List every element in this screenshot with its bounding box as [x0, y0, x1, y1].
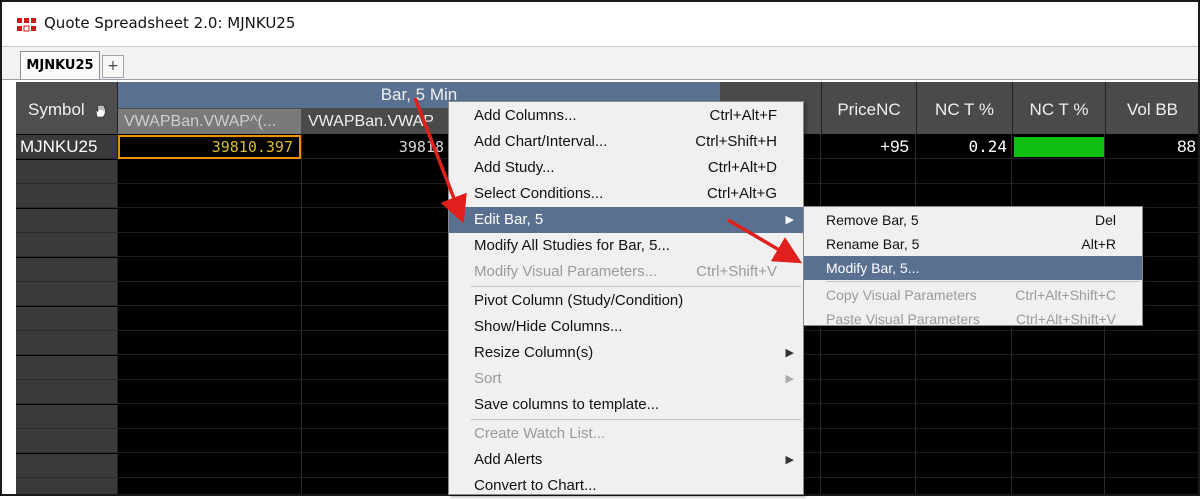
menu-item-sort: Sort ▶: [449, 366, 803, 392]
menu-item-label: Convert to Chart...: [474, 477, 597, 494]
menu-item-select-conditions[interactable]: Select Conditions... Ctrl+Alt+G: [449, 181, 803, 207]
menu-item-add-alerts[interactable]: Add Alerts ▶: [449, 447, 803, 473]
submenu-arrow-icon: ▶: [785, 347, 794, 359]
app-logo-icon: [17, 18, 36, 32]
submenu-item-modify-bar-5[interactable]: Modify Bar, 5...: [804, 256, 1142, 280]
symbol-column-header[interactable]: Symbol: [16, 82, 118, 134]
menu-item-show-hide-columns[interactable]: Show/Hide Columns...: [449, 314, 803, 340]
menu-item-label: Select Conditions...: [474, 185, 604, 202]
symbol-cell[interactable]: [16, 429, 118, 453]
menu-item-pivot-column-study-condition[interactable]: Pivot Column (Study/Condition): [449, 288, 803, 314]
menu-item-shortcut: Ctrl+Shift+H: [695, 133, 777, 150]
add-tab-button[interactable]: +: [102, 55, 124, 78]
menu-item-create-watch-list: Create Watch List...: [449, 421, 803, 447]
menu-item-label: Modify Visual Parameters...: [474, 263, 658, 280]
symbol-cell[interactable]: [16, 331, 118, 355]
title-bar: Quote Spreadsheet 2.0: MJNKU25: [2, 2, 1198, 47]
menu-item-add-study[interactable]: Add Study... Ctrl+Alt+D: [449, 155, 803, 181]
symbol-cell[interactable]: [16, 282, 118, 306]
nc-t-pct-value-cell[interactable]: 0.24: [916, 135, 1011, 159]
menu-separator: [471, 419, 801, 420]
vol-bb-value-cell[interactable]: 88: [1105, 135, 1198, 159]
submenu-item-label: Paste Visual Parameters: [826, 311, 980, 327]
nc-t-pct-column-header-2[interactable]: NC T %: [1012, 82, 1105, 134]
menu-item-shortcut: Ctrl+Alt+D: [707, 159, 777, 176]
submenu-item-rename-bar-5[interactable]: Rename Bar, 5 Alt+R: [804, 232, 1142, 256]
symbol-cell[interactable]: [16, 184, 118, 208]
symbol-cell[interactable]: [16, 306, 118, 331]
submenu-item-shortcut: Ctrl+Alt+Shift+C: [1015, 287, 1116, 303]
menu-item-shortcut: Ctrl+Alt+G: [706, 185, 777, 202]
menu-item-label: Save columns to template...: [474, 396, 660, 413]
menu-item-shortcut: Ctrl+Shift+V: [696, 263, 777, 280]
column-divider: [301, 134, 302, 494]
menu-item-add-columns[interactable]: Add Columns... Ctrl+Alt+F: [449, 103, 803, 129]
window-title: Quote Spreadsheet 2.0: MJNKU25: [44, 14, 296, 32]
submenu-item-label: Copy Visual Parameters: [826, 287, 977, 303]
submenu-item-remove-bar-5[interactable]: Remove Bar, 5 Del: [804, 208, 1142, 232]
menu-item-label: Edit Bar, 5: [474, 211, 544, 228]
submenu-item-label: Rename Bar, 5: [826, 236, 920, 252]
vwap-value-cell[interactable]: 39818: [316, 135, 446, 159]
tab-mjnku25[interactable]: MJNKU25: [20, 51, 100, 79]
context-menu: Add Columns... Ctrl+Alt+F Add Chart/Interv…: [448, 101, 804, 495]
menu-item-convert-to-chart[interactable]: Convert to Chart...: [449, 473, 803, 499]
pricenc-column-header[interactable]: PriceNC: [821, 82, 916, 134]
symbol-cell[interactable]: [16, 404, 118, 429]
menu-item-label: Resize Column(s): [474, 344, 594, 361]
symbol-cell[interactable]: [16, 159, 118, 184]
menu-item-label: Add Columns...: [474, 107, 577, 124]
menu-item-label: Add Chart/Interval...: [474, 133, 608, 150]
symbol-cell[interactable]: [16, 233, 118, 257]
submenu-item-copy-visual-parameters: Copy Visual Parameters Ctrl+Alt+Shift+C: [804, 283, 1142, 307]
menu-item-label: Modify All Studies for Bar, 5...: [474, 237, 670, 254]
submenu-item-shortcut: Ctrl+Alt+Shift+V: [1016, 311, 1116, 327]
menu-item-save-columns-to-template[interactable]: Save columns to template...: [449, 392, 803, 418]
menu-item-edit-bar-5[interactable]: Edit Bar, 5 ▶: [449, 207, 803, 233]
hand-cursor-icon: [96, 104, 107, 117]
menu-item-label: Add Alerts: [474, 451, 543, 468]
menu-separator: [471, 286, 801, 287]
submenu-arrow-icon: ▶: [785, 214, 794, 226]
submenu-arrow-icon: ▶: [785, 454, 794, 466]
menu-item-shortcut: Ctrl+Alt+F: [709, 107, 777, 124]
pricenc-value-cell[interactable]: +95: [821, 135, 915, 159]
submenu-item-shortcut: Del: [1094, 212, 1116, 228]
symbol-cell[interactable]: [16, 380, 118, 404]
symbol-cell[interactable]: [16, 453, 118, 478]
menu-separator: [826, 281, 1140, 282]
tab-bar: MJNKU25 +: [2, 47, 1198, 80]
menu-item-label: Pivot Column (Study/Condition): [474, 292, 684, 309]
symbol-cell[interactable]: [16, 355, 118, 380]
menu-item-modify-all-studies-for-bar-5[interactable]: Modify All Studies for Bar, 5...: [449, 233, 803, 259]
menu-item-add-chart-interval[interactable]: Add Chart/Interval... Ctrl+Shift+H: [449, 129, 803, 155]
submenu-item-paste-visual-parameters: Paste Visual Parameters Ctrl+Alt+Shift+V: [804, 307, 1142, 331]
edit-bar-submenu: Remove Bar, 5 Del Rename Bar, 5 Alt+R Modify…: [803, 206, 1143, 327]
vol-bb-column-header[interactable]: Vol BB: [1105, 82, 1198, 134]
nc-t-pct-bar-cell[interactable]: [1014, 137, 1104, 157]
vwap-value-cell-selected[interactable]: 39810.397: [118, 135, 301, 159]
nc-t-pct-column-header-1[interactable]: NC T %: [916, 82, 1012, 134]
symbol-cell[interactable]: [16, 478, 118, 494]
symbol-cell[interactable]: [16, 257, 118, 282]
submenu-item-label: Modify Bar, 5...: [826, 260, 920, 276]
symbol-cell[interactable]: [16, 208, 118, 233]
menu-item-label: Add Study...: [474, 159, 555, 176]
menu-item-label: Show/Hide Columns...: [474, 318, 623, 335]
submenu-arrow-icon: ▶: [785, 373, 794, 385]
symbol-cell[interactable]: MJNKU25: [16, 135, 118, 159]
symbol-header-label: Symbol: [28, 100, 85, 119]
vwap-column-header-1[interactable]: VWAPBan.VWAP^(...: [118, 109, 301, 134]
menu-item-modify-visual-parameters: Modify Visual Parameters... Ctrl+Shift+V: [449, 259, 803, 285]
submenu-item-shortcut: Alt+R: [1081, 236, 1116, 252]
menu-item-label: Sort: [474, 370, 502, 387]
submenu-item-label: Remove Bar, 5: [826, 212, 919, 228]
menu-item-resize-column-s[interactable]: Resize Column(s) ▶: [449, 340, 803, 366]
menu-item-label: Create Watch List...: [474, 425, 606, 442]
